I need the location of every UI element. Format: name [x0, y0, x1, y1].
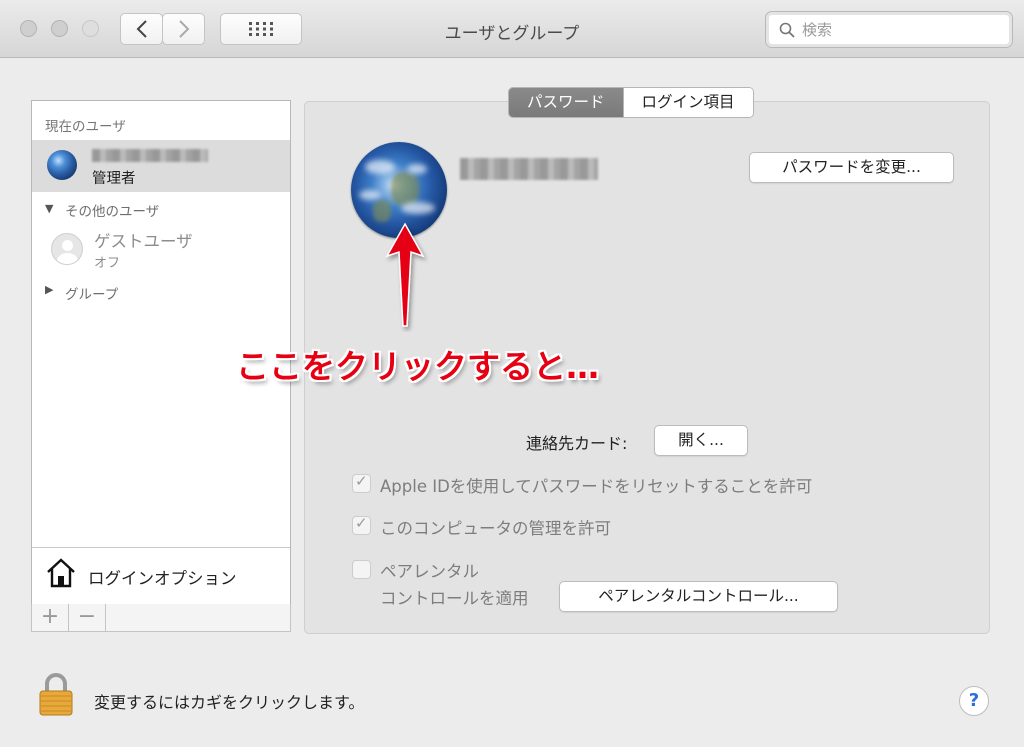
tab-bar: パスワード ログイン項目: [508, 87, 754, 118]
current-users-header: 現在のユーザ: [45, 119, 126, 135]
parental-label-line2: コントロールを適用: [380, 589, 529, 608]
add-user-button[interactable]: +: [32, 604, 69, 631]
guest-user-name: ゲストユーザ: [94, 232, 193, 251]
other-users-header: その他のユーザ: [65, 204, 160, 220]
lock-icon[interactable]: [38, 673, 74, 717]
tab-password[interactable]: パスワード: [509, 88, 623, 117]
contacts-card-label: 連絡先カード:: [526, 434, 628, 453]
admin-allow-label: このコンピュータの管理を許可: [380, 519, 611, 538]
search-input[interactable]: [802, 19, 1002, 41]
redacted-user-name: [92, 149, 208, 162]
parental-controls-button[interactable]: ペアレンタルコントロール...: [559, 581, 838, 612]
disclosure-expanded-icon[interactable]: ▼: [45, 202, 53, 215]
apple-id-reset-label: Apple IDを使用してパスワードをリセットすることを許可: [380, 477, 813, 496]
search-icon: [779, 22, 795, 38]
parental-controls-checkbox[interactable]: [352, 560, 371, 579]
apple-id-reset-checkbox[interactable]: ✓: [352, 472, 371, 493]
user-avatar: [47, 150, 77, 180]
title-bar: ユーザとグループ: [0, 0, 1024, 58]
guest-user-status: オフ: [94, 256, 121, 271]
lock-instruction-text: 変更するにはカギをクリックします。: [94, 693, 365, 712]
groups-header: グループ: [65, 287, 119, 303]
annotation-text: ここをクリックすると…: [236, 347, 599, 386]
open-contact-card-button[interactable]: 開く...: [654, 425, 748, 456]
checkmark-icon: ✓: [355, 514, 368, 532]
admin-allow-checkbox[interactable]: ✓: [352, 514, 371, 535]
remove-user-button[interactable]: −: [69, 604, 106, 631]
parental-label-line1: ペアレンタル: [380, 562, 479, 581]
redacted-full-name: [460, 158, 598, 180]
guest-user-row[interactable]: ゲストユーザ オフ: [32, 223, 290, 271]
help-button[interactable]: ?: [959, 686, 989, 716]
search-field[interactable]: [765, 11, 1013, 48]
login-options-label: ログインオプション: [88, 569, 237, 588]
login-options-row[interactable]: ログインオプション: [32, 548, 290, 603]
guest-avatar-icon: [51, 233, 83, 265]
current-user-row[interactable]: 管理者: [32, 140, 290, 192]
tab-login-items[interactable]: ログイン項目: [622, 88, 753, 117]
current-user-role: 管理者: [92, 171, 136, 187]
disclosure-collapsed-icon[interactable]: ▶: [45, 283, 53, 296]
checkmark-icon: ✓: [355, 472, 368, 490]
sidebar-toolbar: + −: [31, 604, 291, 632]
change-password-button[interactable]: パスワードを変更...: [749, 152, 954, 183]
annotation-arrow-icon: [385, 222, 425, 327]
house-icon: [47, 558, 75, 588]
users-groups-window: ユーザとグループ 現在のユーザ 管理者 ▼ その他のユーザ ゲストユーザ オフ …: [0, 0, 1024, 747]
